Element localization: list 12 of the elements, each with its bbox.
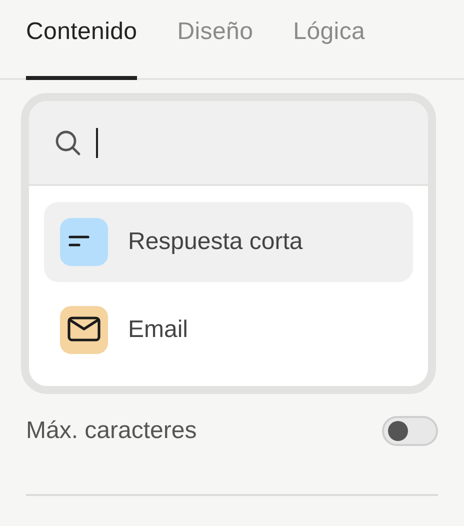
menu-item[interactable]: Email bbox=[44, 290, 413, 370]
short-text-icon bbox=[60, 218, 108, 266]
menu-item[interactable]: Respuesta corta bbox=[44, 202, 413, 282]
item-label: Respuesta corta bbox=[128, 228, 303, 256]
item-label: Email bbox=[128, 316, 188, 344]
search-field[interactable] bbox=[29, 101, 428, 186]
tab[interactable]: Contenido bbox=[26, 0, 138, 80]
toggle-switch[interactable] bbox=[382, 416, 438, 446]
text-cursor bbox=[96, 128, 98, 158]
envelope-icon bbox=[60, 306, 108, 354]
setting-label: Máx. caracteres bbox=[26, 417, 197, 445]
search-icon bbox=[54, 128, 82, 156]
